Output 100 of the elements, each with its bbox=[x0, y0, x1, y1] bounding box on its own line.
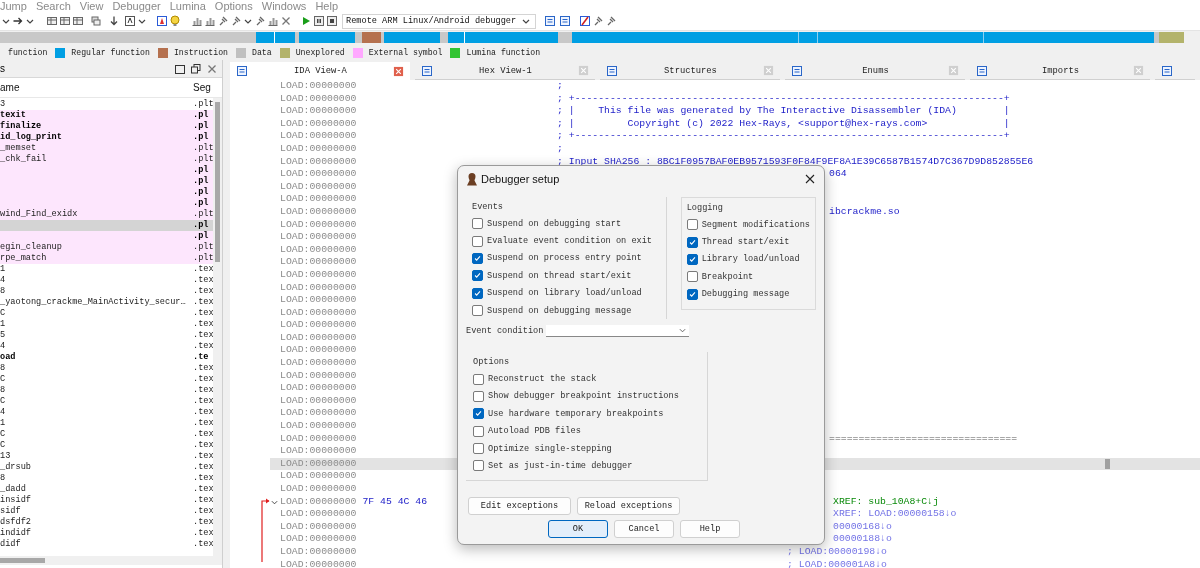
bulb-icon[interactable] bbox=[169, 15, 181, 27]
menu-item[interactable]: Help bbox=[315, 0, 338, 12]
checkbox[interactable] bbox=[472, 287, 483, 299]
checkbox[interactable] bbox=[472, 218, 483, 230]
segment-name: .tex bbox=[193, 264, 213, 274]
function-row[interactable]: wind_Find_exidx .plt bbox=[0, 209, 213, 220]
scrollbar[interactable] bbox=[213, 98, 222, 556]
debugger-dropdown[interactable]: Remote ARM Linux/Android debugger bbox=[342, 13, 537, 29]
column-header[interactable]: ame bbox=[0, 82, 193, 93]
function-row[interactable]: .pl bbox=[0, 187, 213, 198]
chart-icon[interactable] bbox=[267, 15, 279, 27]
table-icon[interactable] bbox=[59, 15, 71, 27]
document-icon[interactable] bbox=[156, 15, 168, 27]
function-row[interactable]: texit .pl bbox=[0, 110, 213, 121]
restore-icon[interactable] bbox=[190, 62, 202, 75]
text-box-icon[interactable] bbox=[124, 15, 136, 27]
address: LOAD:00000000 bbox=[280, 420, 357, 433]
comment-text: ; +-------------------------------------------------------------------------+ bbox=[557, 130, 1010, 143]
checkbox[interactable] bbox=[473, 390, 484, 402]
pin-icon[interactable] bbox=[230, 15, 242, 27]
function-row[interactable]: egin_cleanup .plt bbox=[0, 242, 213, 253]
function-row[interactable]: 3 .plt bbox=[0, 99, 213, 110]
menu-item[interactable]: Options bbox=[214, 0, 253, 12]
down-arrow-icon[interactable] bbox=[108, 15, 120, 27]
function-row[interactable]: .pl bbox=[0, 165, 213, 176]
column-header[interactable]: Seg bbox=[193, 82, 211, 93]
pause-icon[interactable] bbox=[313, 15, 325, 27]
window-icon[interactable] bbox=[544, 15, 557, 27]
maximize-icon[interactable] bbox=[174, 62, 186, 75]
checkbox[interactable] bbox=[686, 219, 698, 231]
address: LOAD:00000000 bbox=[280, 558, 357, 568]
checkbox[interactable] bbox=[473, 425, 484, 437]
tab[interactable]: IDA View-A bbox=[230, 62, 410, 80]
checkbox[interactable] bbox=[686, 253, 698, 265]
table-icon[interactable] bbox=[46, 15, 58, 27]
stop-icon[interactable] bbox=[326, 15, 338, 27]
flag-icon[interactable] bbox=[579, 15, 592, 27]
address: LOAD:00000000 bbox=[280, 357, 357, 370]
segment-name: .plt bbox=[193, 154, 213, 164]
window-icon[interactable] bbox=[1161, 64, 1173, 77]
pin-icon[interactable] bbox=[217, 15, 229, 27]
checkbox[interactable] bbox=[472, 305, 483, 317]
dialog-button[interactable]: Help bbox=[680, 519, 740, 538]
dialog-button[interactable]: Cancel bbox=[614, 519, 674, 538]
menu-item[interactable]: Jump bbox=[0, 0, 27, 12]
function-row[interactable]: _chk_fail .plt bbox=[0, 154, 213, 165]
function-row[interactable]: .pl bbox=[0, 176, 213, 187]
exceptions-button[interactable]: Edit exceptions bbox=[468, 496, 571, 515]
exceptions-button[interactable]: Reload exceptions bbox=[577, 496, 680, 515]
function-name: C bbox=[0, 440, 6, 450]
scrollbar[interactable] bbox=[0, 556, 222, 565]
window-icon bbox=[791, 64, 803, 77]
checkbox[interactable] bbox=[473, 443, 484, 455]
function-row[interactable]: .pl bbox=[0, 198, 213, 209]
function-row[interactable]: .pl bbox=[0, 231, 213, 242]
chart-icon[interactable] bbox=[204, 15, 216, 27]
chart-icon[interactable] bbox=[191, 15, 203, 27]
checkbox[interactable] bbox=[686, 271, 698, 283]
close-icon[interactable] bbox=[804, 172, 816, 185]
function-name: rpe_match bbox=[0, 253, 47, 263]
function-row[interactable]: _dadd .tex bbox=[0, 484, 213, 495]
pin-icon[interactable] bbox=[592, 15, 605, 27]
checkbox-label: Optimize single-stepping bbox=[488, 443, 612, 454]
function-name: 8 bbox=[0, 286, 6, 296]
checkbox[interactable] bbox=[472, 270, 483, 282]
segment-name: .tex bbox=[193, 484, 213, 494]
function-row[interactable]: .pl bbox=[0, 220, 213, 231]
dialog-button[interactable]: OK bbox=[548, 519, 608, 538]
group-label: Logging bbox=[686, 203, 723, 213]
checkbox[interactable] bbox=[472, 235, 483, 247]
arrow-right-icon[interactable] bbox=[12, 15, 24, 27]
function-row[interactable]: _memset .plt bbox=[0, 143, 213, 154]
segment-name: .pl bbox=[193, 187, 209, 197]
comment-text: XREF: LOAD:00000158↓o bbox=[833, 508, 957, 521]
checkbox[interactable] bbox=[473, 408, 484, 420]
function-row[interactable]: id_log_print .pl bbox=[0, 132, 213, 143]
menu-item[interactable]: Lumina bbox=[169, 0, 206, 12]
menu-item[interactable]: Search bbox=[35, 0, 71, 12]
menu-item[interactable]: View bbox=[79, 0, 104, 12]
condition-dropdown[interactable] bbox=[546, 325, 689, 338]
function-row[interactable]: _drsub .tex bbox=[0, 462, 213, 473]
checkbox[interactable] bbox=[473, 460, 484, 472]
menu-item[interactable]: Debugger bbox=[112, 0, 161, 12]
stack-icon[interactable] bbox=[90, 15, 102, 27]
function-row[interactable]: finalize .pl bbox=[0, 121, 213, 132]
checkbox[interactable] bbox=[472, 252, 483, 264]
checkbox[interactable] bbox=[686, 236, 698, 248]
address: LOAD:00000000 bbox=[280, 520, 357, 534]
pin-icon[interactable] bbox=[254, 15, 266, 27]
table-icon[interactable] bbox=[72, 15, 84, 27]
checkbox[interactable] bbox=[686, 288, 698, 300]
pin-icon[interactable] bbox=[605, 15, 618, 27]
address: LOAD:00000000 bbox=[280, 268, 357, 282]
checkbox[interactable] bbox=[473, 373, 484, 385]
window-icon[interactable] bbox=[559, 15, 572, 27]
function-row[interactable]: _yaotong_crackme_MainActivity_secur… .tex bbox=[0, 297, 213, 308]
legend-label: Instruction bbox=[173, 48, 228, 57]
collapse-icon[interactable] bbox=[271, 498, 278, 506]
function-row[interactable]: rpe_match .plt bbox=[0, 253, 213, 264]
menu-item[interactable]: Windows bbox=[261, 0, 307, 12]
